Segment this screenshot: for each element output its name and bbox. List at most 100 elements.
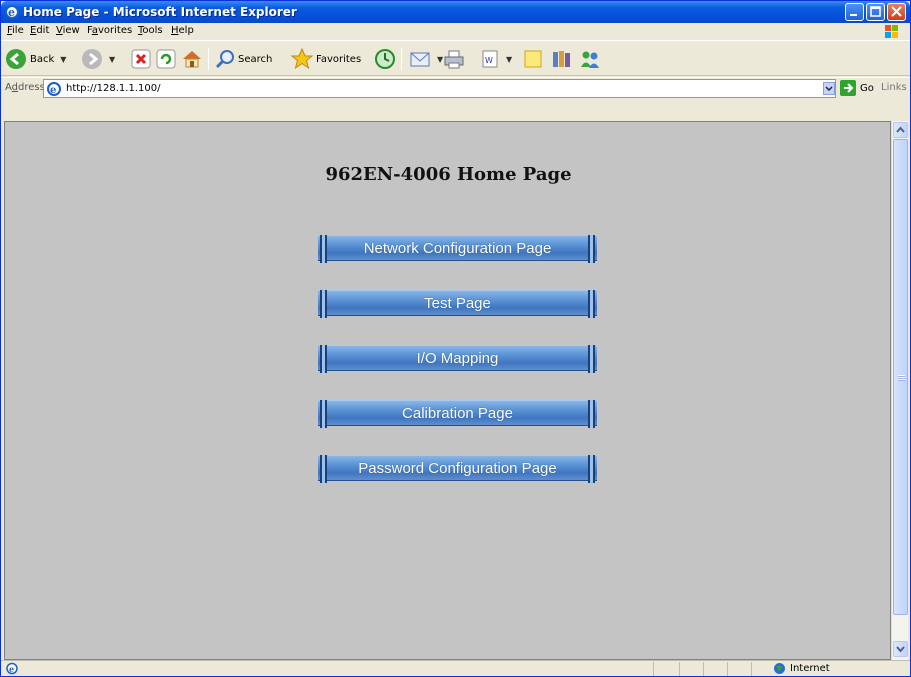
toolbar-separator [208,48,209,70]
button-right-cap [588,235,595,263]
chevron-down-icon [825,86,833,92]
minimize-icon [850,14,857,16]
refresh-button[interactable] [156,47,176,71]
research-button[interactable] [550,47,572,71]
title-bar[interactable]: e Home Page - Microsoft Internet Explore… [1,1,910,23]
menu-bar: File Edit View Favorites Tools Help [1,23,910,41]
window-title: Home Page - Microsoft Internet Explorer [23,5,297,19]
button-label: Password Configuration Page [358,460,557,477]
io-mapping-button[interactable]: I/O Mapping [318,345,597,373]
menu-view[interactable]: View [56,25,80,36]
address-bar: Address e http://128.1.1.100/ Go Links [1,77,910,116]
go-button[interactable]: Go [840,80,874,96]
back-label: Back [30,53,55,65]
print-button[interactable] [443,47,465,71]
menu-edit[interactable]: Edit [30,25,49,36]
test-page-button[interactable]: Test Page [318,290,597,318]
forward-arrow-icon [82,49,102,69]
scroll-down-button[interactable] [893,641,908,657]
word-document-icon: W [482,50,498,68]
dropdown-arrow-icon[interactable]: ▼ [109,55,115,64]
button-label: I/O Mapping [416,350,499,367]
menu-favorites[interactable]: Favorites [87,25,132,36]
page-title: 962EN-4006 Home Page [325,164,572,185]
favorites-label: Favorites [316,53,362,65]
globe-icon [774,663,785,674]
status-pane [727,662,728,676]
search-icon [215,50,234,69]
button-right-cap [588,345,595,373]
standard-toolbar: Back ▼ ▼ Search Favorites ▼ W ▼ [1,42,910,76]
internet-explorer-icon: e [5,5,19,19]
go-label: Go [860,82,874,94]
page-content: 962EN-4006 Home Page Network Configurati… [4,121,891,660]
search-label: Search [238,53,273,65]
zone-label: Internet [790,663,830,674]
svg-text:e: e [8,6,15,19]
button-label: Test Page [424,295,491,312]
history-button[interactable] [374,47,396,71]
button-left-cap [320,400,327,428]
menu-help[interactable]: Help [171,25,194,36]
status-pane [751,662,752,676]
maximize-icon [870,6,881,17]
calibration-page-button[interactable]: Calibration Page [318,400,597,428]
status-pane [703,662,704,676]
close-icon [891,6,902,17]
status-bar: e Internet [1,660,910,676]
button-label: Calibration Page [402,405,513,422]
mail-button[interactable]: ▼ [409,47,443,71]
menu-tools[interactable]: Tools [138,25,163,36]
dropdown-arrow-icon[interactable]: ▼ [60,55,66,64]
go-arrow-icon [840,80,856,96]
stop-icon [131,49,151,69]
back-button[interactable]: Back ▼ [5,47,66,71]
status-pane [679,662,680,676]
mail-icon [410,52,430,67]
history-icon [375,49,395,69]
address-dropdown-button[interactable] [823,82,835,95]
home-button[interactable] [181,47,203,71]
favorites-button[interactable]: Favorites [291,47,361,71]
button-right-cap [588,400,595,428]
research-books-icon [553,51,570,67]
scroll-thumb[interactable] [893,139,908,615]
status-pane [653,662,654,676]
home-icon [183,51,201,68]
scroll-up-button[interactable] [893,122,908,138]
svg-text:e: e [50,85,56,96]
search-button[interactable]: Search [215,47,272,71]
minimize-button[interactable] [845,3,864,21]
vertical-scrollbar[interactable] [891,121,908,660]
scroll-grip [898,375,905,381]
messenger-button[interactable] [579,47,601,71]
address-label: Address [5,82,45,93]
page-status-icon: e [6,662,18,675]
discuss-button[interactable] [523,47,543,71]
dropdown-arrow-icon[interactable]: ▼ [506,55,512,64]
button-left-cap [320,235,327,263]
favorites-star-icon [291,48,313,70]
refresh-icon [156,49,176,69]
svg-text:e: e [9,664,14,674]
menu-file[interactable]: File [7,25,24,36]
network-configuration-button[interactable]: Network Configuration Page [318,235,597,263]
links-button[interactable]: Links [881,82,907,93]
edit-button[interactable]: W ▼ [480,47,512,71]
button-left-cap [320,345,327,373]
browser-window: e Home Page - Microsoft Internet Explore… [0,0,911,677]
maximize-button[interactable] [866,3,885,21]
forward-button[interactable]: ▼ [81,47,115,71]
windows-logo-icon [885,25,898,38]
address-input[interactable]: e http://128.1.1.100/ [43,79,836,98]
password-configuration-button[interactable]: Password Configuration Page [318,455,597,483]
note-icon [524,50,542,68]
page-icon: e [47,82,61,96]
chevron-down-icon [896,646,905,653]
button-label: Network Configuration Page [363,240,552,257]
toolbar-separator [401,48,402,70]
button-right-cap [588,290,595,318]
close-button[interactable] [887,3,906,21]
stop-button[interactable] [131,47,151,71]
button-left-cap [320,290,327,318]
